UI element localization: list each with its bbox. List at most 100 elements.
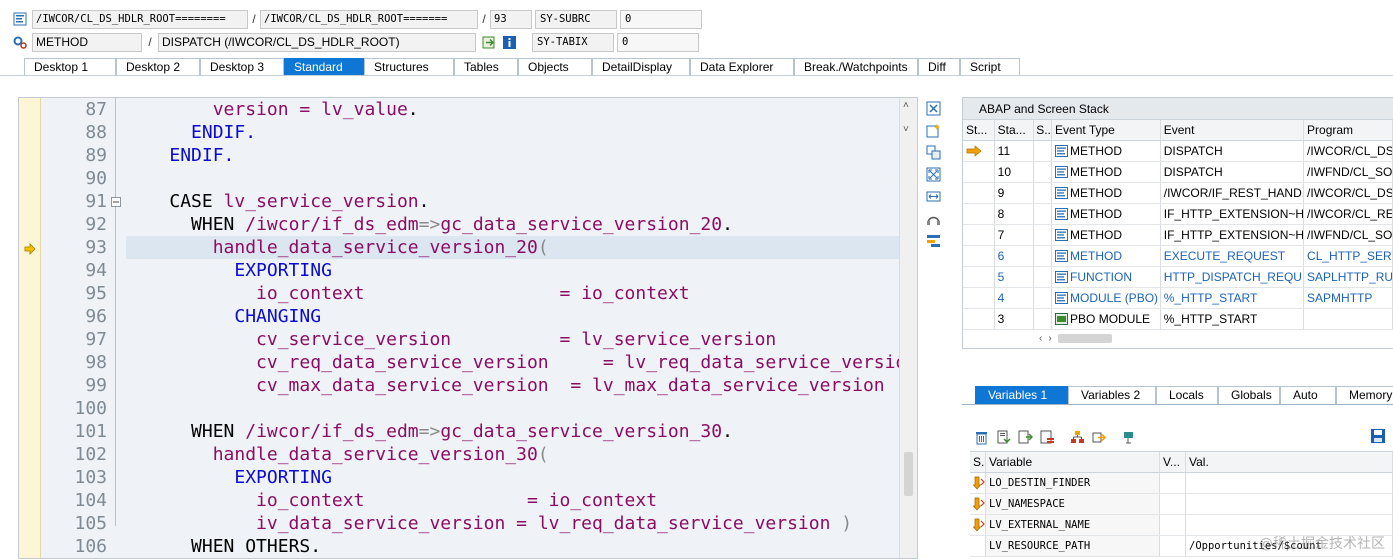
- line-number: 105: [74, 513, 107, 534]
- variable-v: [1160, 536, 1186, 556]
- stack-row[interactable]: 11 METHOD DISPATCH/IWCOR/CL_DS: [963, 141, 1393, 162]
- stack-row[interactable]: 4 MODULE (PBO) %_HTTP_START SAPMHTTP: [963, 288, 1393, 309]
- event-name-field[interactable]: DISPATCH (/IWCOR/CL_DS_HDLR_ROOT): [158, 32, 476, 52]
- import-icon[interactable]: [994, 428, 1012, 446]
- stack-event-type-label: METHOD: [1070, 249, 1123, 263]
- close-pane-icon[interactable]: [924, 99, 942, 117]
- main-program-field[interactable]: /IWCOR/CL_DS_HDLR_ROOT========: [32, 9, 248, 29]
- layout-config-icon[interactable]: [924, 231, 942, 249]
- col-header-event[interactable]: Event: [1161, 120, 1305, 140]
- delete-icon[interactable]: [972, 428, 990, 446]
- navigate-icon[interactable]: [1090, 428, 1108, 446]
- filter-icon[interactable]: [1120, 428, 1138, 446]
- tab-variables-1[interactable]: Variables 1: [975, 386, 1068, 404]
- screen-module-icon: [1055, 313, 1069, 325]
- tab-tables[interactable]: Tables: [454, 58, 518, 75]
- tab-variables-2[interactable]: Variables 2: [1068, 386, 1156, 404]
- stack-row[interactable]: 5 FUNCTION HTTP_DISPATCH_REQU... SAPLHTTP_R…: [963, 267, 1393, 288]
- col-header-v[interactable]: V...: [1160, 452, 1186, 472]
- new-tool-icon[interactable]: [924, 121, 942, 139]
- variable-name-input[interactable]: LO_DESTIN_FINDER: [986, 473, 1160, 493]
- stack-row[interactable]: 10 METHOD DISPATCH/IWFND/CL_SO: [963, 162, 1393, 183]
- collapse-icon[interactable]: [111, 197, 121, 207]
- col-header-variable[interactable]: Variable: [986, 452, 1160, 472]
- event-type-field[interactable]: METHOD: [32, 32, 142, 52]
- tab-data-explorer[interactable]: Data Explorer: [690, 58, 794, 75]
- stack-row[interactable]: 8 METHOD IF_HTTP_EXTENSION~H.../IWCOR/CL_R…: [963, 204, 1393, 225]
- services-tool-icon[interactable]: [924, 209, 942, 227]
- maximize-icon[interactable]: [924, 165, 942, 183]
- variable-row[interactable]: LV_NAMESPACE: [970, 494, 1393, 515]
- folding-column: [111, 98, 121, 558]
- col-header-st[interactable]: St...: [963, 120, 995, 140]
- replace-tool-icon[interactable]: [924, 143, 942, 161]
- tab-locals[interactable]: Locals: [1156, 386, 1218, 404]
- tab-structures[interactable]: Structures: [364, 58, 454, 75]
- include-program-field[interactable]: /IWCOR/CL_DS_HDLR_ROOT=======: [260, 9, 478, 29]
- col-header-stack-level[interactable]: Sta...: [995, 120, 1035, 140]
- code-line: WHEN OTHERS.: [191, 536, 322, 557]
- stack-event: IF_HTTP_EXTENSION~H...: [1161, 225, 1305, 245]
- export-icon[interactable]: [1016, 428, 1034, 446]
- scroll-left-icon[interactable]: ‹: [1039, 333, 1042, 344]
- stack-event-type-label: PBO MODULE: [1070, 312, 1151, 326]
- tab-auto[interactable]: Auto: [1280, 386, 1336, 404]
- tab-breakpoints-watchpoints[interactable]: Break./Watchpoints: [794, 58, 918, 75]
- separator: /: [482, 12, 486, 26]
- stack-program: SAPLHTTP_RU: [1304, 267, 1393, 287]
- abap-event-icon: [1055, 292, 1069, 304]
- stack-row[interactable]: 9 METHOD/IWCOR/IF_REST_HAND.../IWCOR/CL_D…: [963, 183, 1393, 204]
- stack-level: 9: [995, 183, 1035, 203]
- scroll-thumb[interactable]: [904, 452, 913, 496]
- tab-detail-display[interactable]: DetailDisplay: [592, 58, 690, 75]
- tab-objects[interactable]: Objects: [518, 58, 592, 75]
- hierarchy-icon[interactable]: [1068, 428, 1086, 446]
- variable-value[interactable]: [1186, 515, 1393, 535]
- variable-name-input[interactable]: LV_RESOURCE_PATH: [986, 536, 1160, 556]
- stack-row-s: [1034, 225, 1053, 245]
- tab-script[interactable]: Script: [960, 58, 1020, 75]
- tab-desktop-2[interactable]: Desktop 2: [116, 58, 200, 75]
- stack-program: [1304, 309, 1393, 329]
- breakpoint-gutter[interactable]: [19, 98, 41, 558]
- variable-value[interactable]: [1186, 494, 1393, 514]
- col-header-s[interactable]: S...: [1034, 120, 1053, 140]
- stack-row-s: [1034, 309, 1053, 329]
- editor-vertical-scrollbar[interactable]: ˄ ˅: [899, 98, 917, 558]
- info-icon[interactable]: [500, 33, 518, 51]
- variable-name-input[interactable]: LV_NAMESPACE: [986, 494, 1160, 514]
- tab-desktop-3[interactable]: Desktop 3: [200, 58, 284, 75]
- scroll-thumb[interactable]: [1057, 333, 1112, 343]
- col-header-value[interactable]: Val.: [1186, 452, 1393, 472]
- stack-horizontal-scrollbar[interactable]: ‹ ›: [1039, 332, 1112, 344]
- col-header-event-type[interactable]: Event Type: [1052, 120, 1161, 140]
- variable-value[interactable]: [1186, 473, 1393, 493]
- tab-diff[interactable]: Diff: [918, 58, 960, 75]
- stack-row[interactable]: 6 METHOD EXECUTE_REQUEST CL_HTTP_SERV: [963, 246, 1393, 267]
- stack-row[interactable]: 7 METHOD IF_HTTP_EXTENSION~H.../IWFND/CL_S…: [963, 225, 1393, 246]
- swap-panes-icon[interactable]: [924, 187, 942, 205]
- sy-tabix-value: 0: [617, 32, 699, 52]
- save-icon[interactable]: [1370, 428, 1388, 446]
- code-line: handle_data_service_version_30(: [212, 444, 549, 465]
- tab-globals[interactable]: Globals: [1218, 386, 1280, 404]
- line-number: 91: [85, 191, 107, 212]
- variable-row[interactable]: LO_DESTIN_FINDER: [970, 473, 1393, 494]
- variable-name-input[interactable]: LV_EXTERNAL_NAME: [986, 515, 1160, 535]
- tab-standard[interactable]: Standard: [284, 58, 364, 75]
- table-layout-icon[interactable]: [1038, 428, 1056, 446]
- col-header-program[interactable]: Program: [1304, 120, 1393, 140]
- abap-event-icon: [1055, 166, 1069, 178]
- scroll-up-icon[interactable]: ˄: [903, 100, 909, 111]
- stack-event-type-label: METHOD: [1070, 186, 1123, 200]
- code-line: EXPORTING: [234, 467, 332, 488]
- tab-desktop-1[interactable]: Desktop 1: [24, 58, 116, 75]
- stack-row[interactable]: 3 PBO MODULE %_HTTP_START: [963, 309, 1393, 330]
- navigate-source-icon[interactable]: [480, 33, 498, 51]
- line-number-field[interactable]: 93: [490, 9, 532, 29]
- col-header-s[interactable]: S...: [970, 452, 986, 472]
- scroll-down-icon[interactable]: ˅: [903, 124, 909, 135]
- tab-memory[interactable]: Memory: [1336, 386, 1393, 404]
- scroll-right-icon[interactable]: ›: [1048, 333, 1051, 344]
- source-code-editor[interactable]: 87 88 89 90 91 92 93 94 95 96 97 98 99 100 101 102 103 10…: [18, 97, 918, 559]
